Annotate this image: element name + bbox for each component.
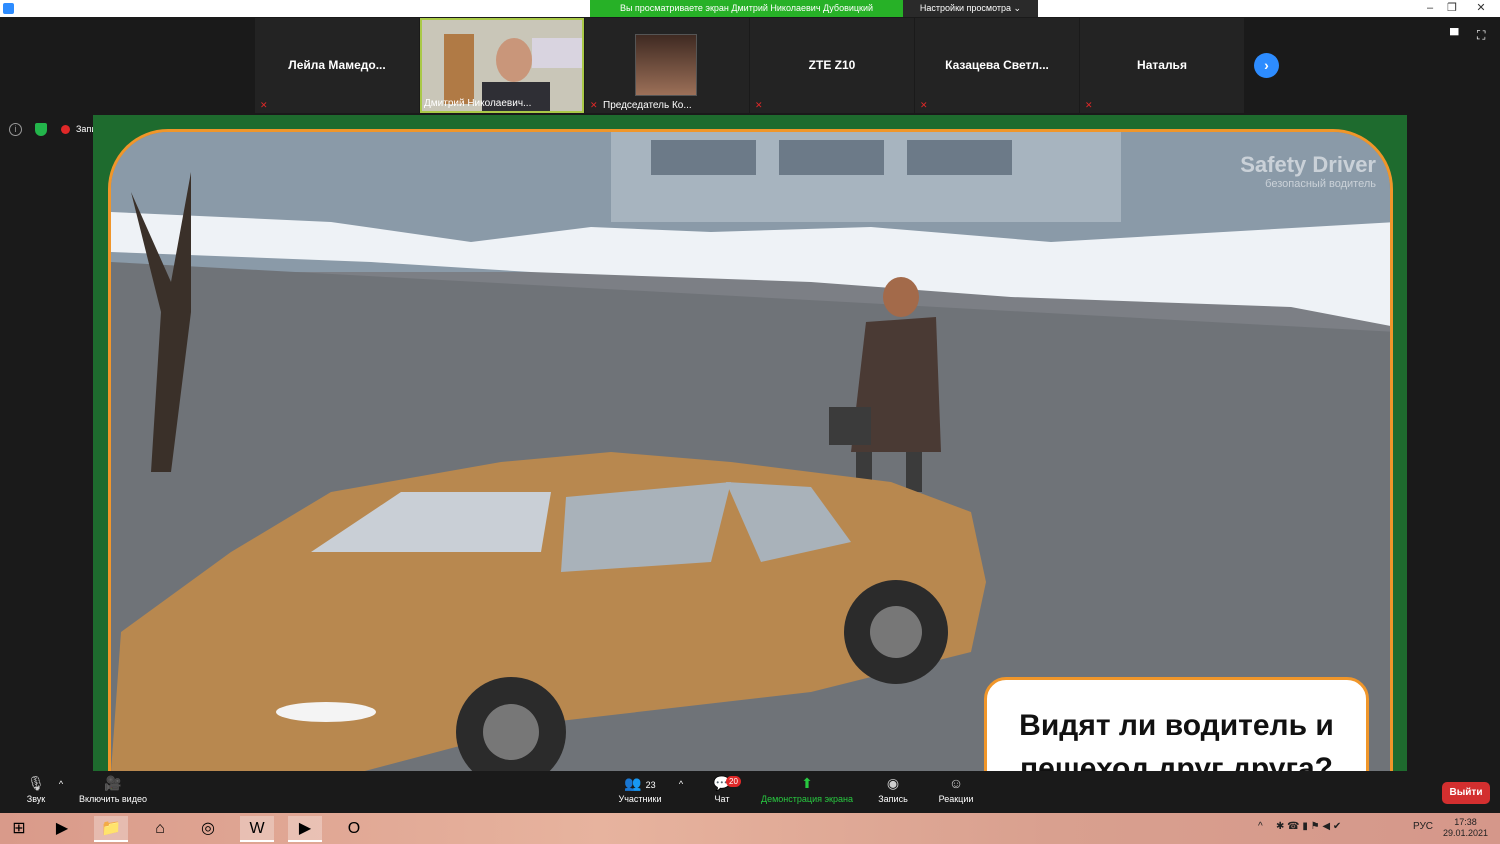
participant-tile[interactable]: ✕ Председатель Ко...	[585, 18, 749, 113]
clock-date: 29.01.2021	[1443, 828, 1489, 838]
participant-tile[interactable]: Наталья ✕	[1080, 18, 1244, 113]
participant-strip: Лейла Мамедо... ✕ Дмитрий Николаевич... …	[255, 18, 1245, 113]
chat-badge: 20	[726, 776, 741, 787]
layout-icon[interactable]: ▀	[1450, 28, 1459, 42]
slide-illustration: Safety Driver безопасный водитель Видят …	[108, 129, 1393, 771]
word-icon[interactable]: W	[240, 816, 274, 842]
info-icon[interactable]: i	[9, 123, 22, 136]
file-explorer-icon[interactable]: 📁	[94, 816, 128, 842]
participants-options-caret-icon[interactable]: ^	[676, 779, 686, 789]
participant-name: ZTE Z10	[808, 58, 856, 72]
language-indicator[interactable]: РУС	[1413, 821, 1433, 832]
muted-mic-icon: ✕	[755, 100, 763, 110]
participants-button[interactable]: 👥 23 Участники	[612, 775, 668, 804]
next-page-arrow-icon[interactable]: ›	[1254, 53, 1279, 78]
meeting-toolbar: 🎙 Звук ^ 🎥 Включить видео 👥 23 Участники…	[0, 771, 1500, 813]
fullscreen-icon[interactable]: ⛶	[1477, 28, 1485, 43]
participant-tile-video[interactable]: Дмитрий Николаевич...	[420, 18, 584, 113]
muted-mic-icon: ✕	[590, 100, 598, 110]
media-player-icon[interactable]: ▶	[45, 816, 79, 842]
participant-tile[interactable]: Лейла Мамедо... ✕	[255, 18, 419, 113]
record-label: Запись	[878, 794, 908, 804]
audio-button[interactable]: 🎙 Звук	[20, 775, 52, 804]
participant-name: Наталья	[1137, 58, 1187, 72]
zoom-icon[interactable]: ▶	[288, 816, 322, 842]
leave-button[interactable]: Выйти	[1442, 782, 1490, 804]
start-video-button[interactable]: 🎥 Включить видео	[72, 775, 154, 804]
recording-icon	[61, 125, 70, 134]
view-settings-button[interactable]: Настройки просмотра ⌄	[903, 0, 1038, 17]
screen-share-banner: Вы просматриваете экран Дмитрий Николаев…	[590, 0, 903, 17]
reactions-label: Реакции	[938, 794, 974, 804]
encryption-shield-icon[interactable]	[35, 123, 47, 136]
participant-name: Казацева Светл...	[945, 58, 1049, 72]
record-button[interactable]: ◉ Запись	[872, 775, 914, 804]
participant-tile[interactable]: Казацева Светл... ✕	[915, 18, 1079, 113]
participants-label: Участники	[618, 794, 662, 804]
audio-label: Звук	[26, 794, 46, 804]
participants-icon: 👥 23	[624, 775, 656, 791]
reactions-button[interactable]: ☺ Реакции	[934, 775, 978, 804]
participants-count: 23	[645, 780, 656, 790]
safety-driver-logo: Safety Driver безопасный водитель	[1240, 152, 1376, 190]
participant-avatar	[635, 34, 697, 96]
close-icon[interactable]: ✕	[1462, 0, 1500, 17]
home-icon[interactable]: ⌂	[143, 816, 177, 842]
chrome-icon[interactable]: ◎	[191, 816, 225, 842]
audio-options-caret-icon[interactable]: ^	[56, 779, 66, 789]
question-box: Видят ли водитель и пешеход друг друга?	[984, 677, 1369, 771]
question-text: Видят ли водитель и пешеход друг друга?	[1019, 709, 1334, 771]
participant-name: Дмитрий Николаевич...	[424, 98, 532, 109]
reactions-icon: ☺	[948, 775, 964, 791]
muted-mic-icon: ✕	[260, 100, 268, 110]
system-clock[interactable]: 17:38 29.01.2021	[1443, 817, 1488, 839]
chat-button[interactable]: 💬 20 Чат	[706, 775, 741, 804]
clock-time: 17:38	[1454, 817, 1477, 827]
record-icon: ◉	[886, 775, 900, 791]
shared-screen: Safety Driver безопасный водитель Видят …	[93, 115, 1407, 771]
windows-taskbar: ⊞ ▶ 📁 ⌂ ◎ W ▶ O ^ ✱ ☎ ▮ ⚑ ◀ ✔ РУС 17:38 …	[0, 813, 1500, 844]
share-screen-button[interactable]: ⬆ Демонстрация экрана	[756, 775, 858, 804]
windows-start-icon[interactable]: ⊞	[2, 816, 36, 842]
participant-name: Лейла Мамедо...	[288, 58, 386, 72]
zoom-window: Вы просматриваете экран Дмитрий Николаев…	[0, 0, 1500, 844]
zoom-app-icon	[3, 3, 14, 14]
street-scene-image	[111, 132, 1390, 771]
tray-app-icons[interactable]: ✱ ☎ ▮ ⚑ ◀ ✔	[1276, 821, 1341, 832]
outlook-icon[interactable]: O	[337, 816, 371, 842]
share-screen-icon: ⬆	[801, 775, 813, 791]
start-video-label: Включить видео	[79, 794, 147, 804]
muted-mic-icon: ✕	[920, 100, 928, 110]
logo-title: Safety Driver	[1240, 152, 1376, 177]
tray-caret-icon[interactable]: ^	[1258, 821, 1263, 832]
share-screen-label: Демонстрация экрана	[761, 794, 853, 804]
title-bar: Вы просматриваете экран Дмитрий Николаев…	[0, 0, 1500, 17]
chat-label: Чат	[714, 794, 730, 804]
muted-mic-icon: ✕	[1085, 100, 1093, 110]
video-off-icon: 🎥	[104, 775, 122, 791]
microphone-icon: 🎙	[27, 775, 45, 791]
logo-subtitle: безопасный водитель	[1265, 178, 1376, 190]
participant-tile[interactable]: ZTE Z10 ✕	[750, 18, 914, 113]
participant-name: Председатель Ко...	[603, 100, 692, 111]
